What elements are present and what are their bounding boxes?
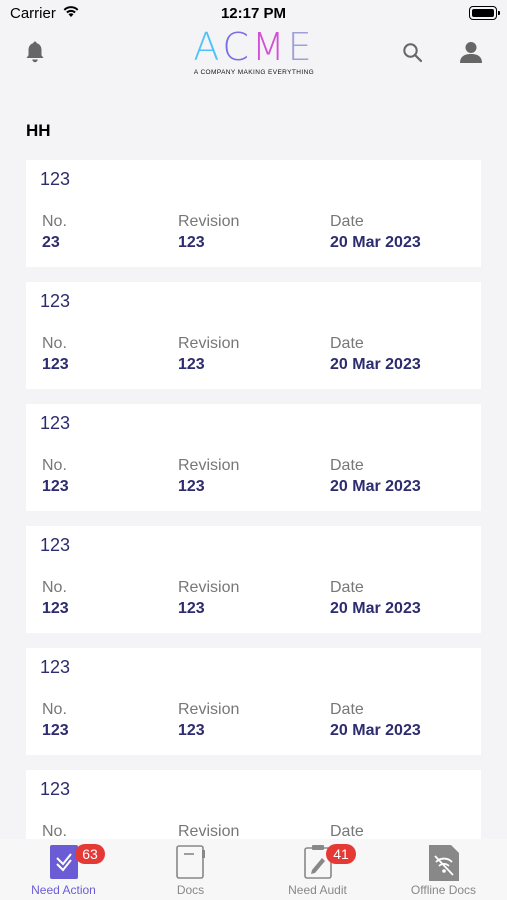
- user-icon[interactable]: [459, 40, 483, 69]
- logo-tagline: A COMPANY MAKING EVERYTHING: [193, 69, 315, 76]
- document-number: No. 123: [42, 457, 69, 496]
- document-date: Date 20 Mar 2023: [330, 335, 421, 374]
- document-title: 123: [40, 779, 71, 799]
- tab-docs[interactable]: Docs: [127, 839, 254, 900]
- document-revision: Revision 123: [178, 335, 239, 374]
- date-label: Date: [330, 701, 364, 718]
- screen: Carrier 12:17 PM ACME A COMPANY MAKING E…: [0, 0, 507, 900]
- notebook-icon: [175, 845, 206, 884]
- tab-bar: Need Action 63 Docs Need Audit 41 Offline Doc…: [0, 839, 507, 900]
- revision-label: Revision: [178, 579, 240, 596]
- revision-label: Revision: [178, 335, 240, 352]
- revision-label: Revision: [178, 701, 240, 718]
- revision-value: 123: [178, 600, 205, 617]
- number-label: No.: [42, 213, 67, 230]
- document-date: Date 20 Mar 2023: [330, 579, 421, 618]
- bell-icon[interactable]: [24, 40, 46, 69]
- clock: 12:17 PM: [220, 5, 287, 22]
- document-date: Date 20 Mar 2023: [330, 457, 421, 496]
- notification-badge: 41: [326, 844, 356, 864]
- document-card[interactable]: 123 No. 123 Revision 123 Date 20 Mar 2023: [26, 282, 481, 389]
- revision-value: 123: [178, 722, 205, 739]
- search-icon[interactable]: [402, 42, 424, 69]
- section-title: HH: [26, 121, 51, 140]
- tab-need-action[interactable]: Need Action: [0, 839, 127, 900]
- date-label: Date: [330, 457, 364, 474]
- acme-logo: ACME A COMPANY MAKING EVERYTHING: [184, 28, 324, 78]
- date-value: 20 Mar 2023: [330, 234, 421, 251]
- date-value: 20 Mar 2023: [330, 722, 421, 739]
- number-value: 23: [42, 234, 60, 251]
- document-card[interactable]: 123 No. 123 Revision 123 Date 20 Mar 2023: [26, 648, 481, 755]
- revision-label: Revision: [178, 213, 240, 230]
- number-label: No.: [42, 701, 67, 718]
- tab-offline-docs[interactable]: Offline Docs: [380, 839, 507, 900]
- number-value: 123: [42, 600, 69, 617]
- document-list: 123 No. 23 Revision 123 Date 20 Mar 2023 123 No.…: [26, 160, 481, 892]
- date-label: Date: [330, 579, 364, 596]
- notification-badge: 63: [75, 844, 105, 864]
- document-revision: Revision 123: [178, 213, 239, 252]
- date-label: Date: [330, 213, 364, 230]
- date-value: 20 Mar 2023: [330, 600, 421, 617]
- logo-word: ACME: [184, 28, 324, 66]
- date-value: 20 Mar 2023: [330, 478, 421, 495]
- revision-label: Revision: [178, 457, 240, 474]
- document-date: Date 20 Mar 2023: [330, 701, 421, 740]
- document-card[interactable]: 123 No. 23 Revision 123 Date 20 Mar 2023: [26, 160, 481, 267]
- document-revision: Revision 123: [178, 579, 239, 618]
- logo-letter: A: [193, 25, 223, 69]
- document-title: 123: [40, 413, 71, 433]
- tab-label: Need Audit: [288, 883, 347, 897]
- number-value: 123: [42, 478, 69, 495]
- document-number: No. 123: [42, 579, 69, 618]
- document-revision: Revision 123: [178, 457, 239, 496]
- document-title: 123: [40, 291, 71, 311]
- document-title: 123: [40, 657, 71, 677]
- app-header: ACME A COMPANY MAKING EVERYTHING: [0, 28, 507, 84]
- logo-letter: E: [287, 25, 315, 69]
- revision-value: 123: [178, 356, 205, 373]
- document-number: No. 23: [42, 213, 67, 252]
- number-value: 123: [42, 722, 69, 739]
- date-value: 20 Mar 2023: [330, 356, 421, 373]
- number-value: 123: [42, 356, 69, 373]
- document-title: 123: [40, 535, 71, 555]
- tab-label: Offline Docs: [410, 883, 477, 897]
- number-label: No.: [42, 457, 67, 474]
- document-number: No. 123: [42, 701, 69, 740]
- tab-label: Need Action: [31, 883, 96, 897]
- check-list-icon: [49, 845, 78, 884]
- document-number: No. 123: [42, 335, 69, 374]
- document-card[interactable]: 123 No. 123 Revision 123 Date 20 Mar 2023: [26, 526, 481, 633]
- document-title: 123: [40, 169, 71, 189]
- document-revision: Revision 123: [178, 701, 239, 740]
- revision-value: 123: [178, 234, 205, 251]
- battery-icon: [469, 6, 500, 20]
- revision-value: 123: [178, 478, 205, 495]
- date-label: Date: [330, 335, 364, 352]
- tab-label: Docs: [176, 883, 205, 897]
- status-bar: Carrier 12:17 PM: [0, 0, 507, 28]
- number-label: No.: [42, 335, 67, 352]
- logo-letter: M: [251, 25, 288, 69]
- document-card[interactable]: 123 No. 123 Revision 123 Date 20 Mar 2023: [26, 404, 481, 511]
- logo-letter: C: [222, 25, 252, 69]
- offline-doc-icon: [428, 845, 460, 886]
- tab-need-audit[interactable]: Need Audit: [254, 839, 381, 900]
- document-date: Date 20 Mar 2023: [330, 213, 421, 252]
- number-label: No.: [42, 579, 67, 596]
